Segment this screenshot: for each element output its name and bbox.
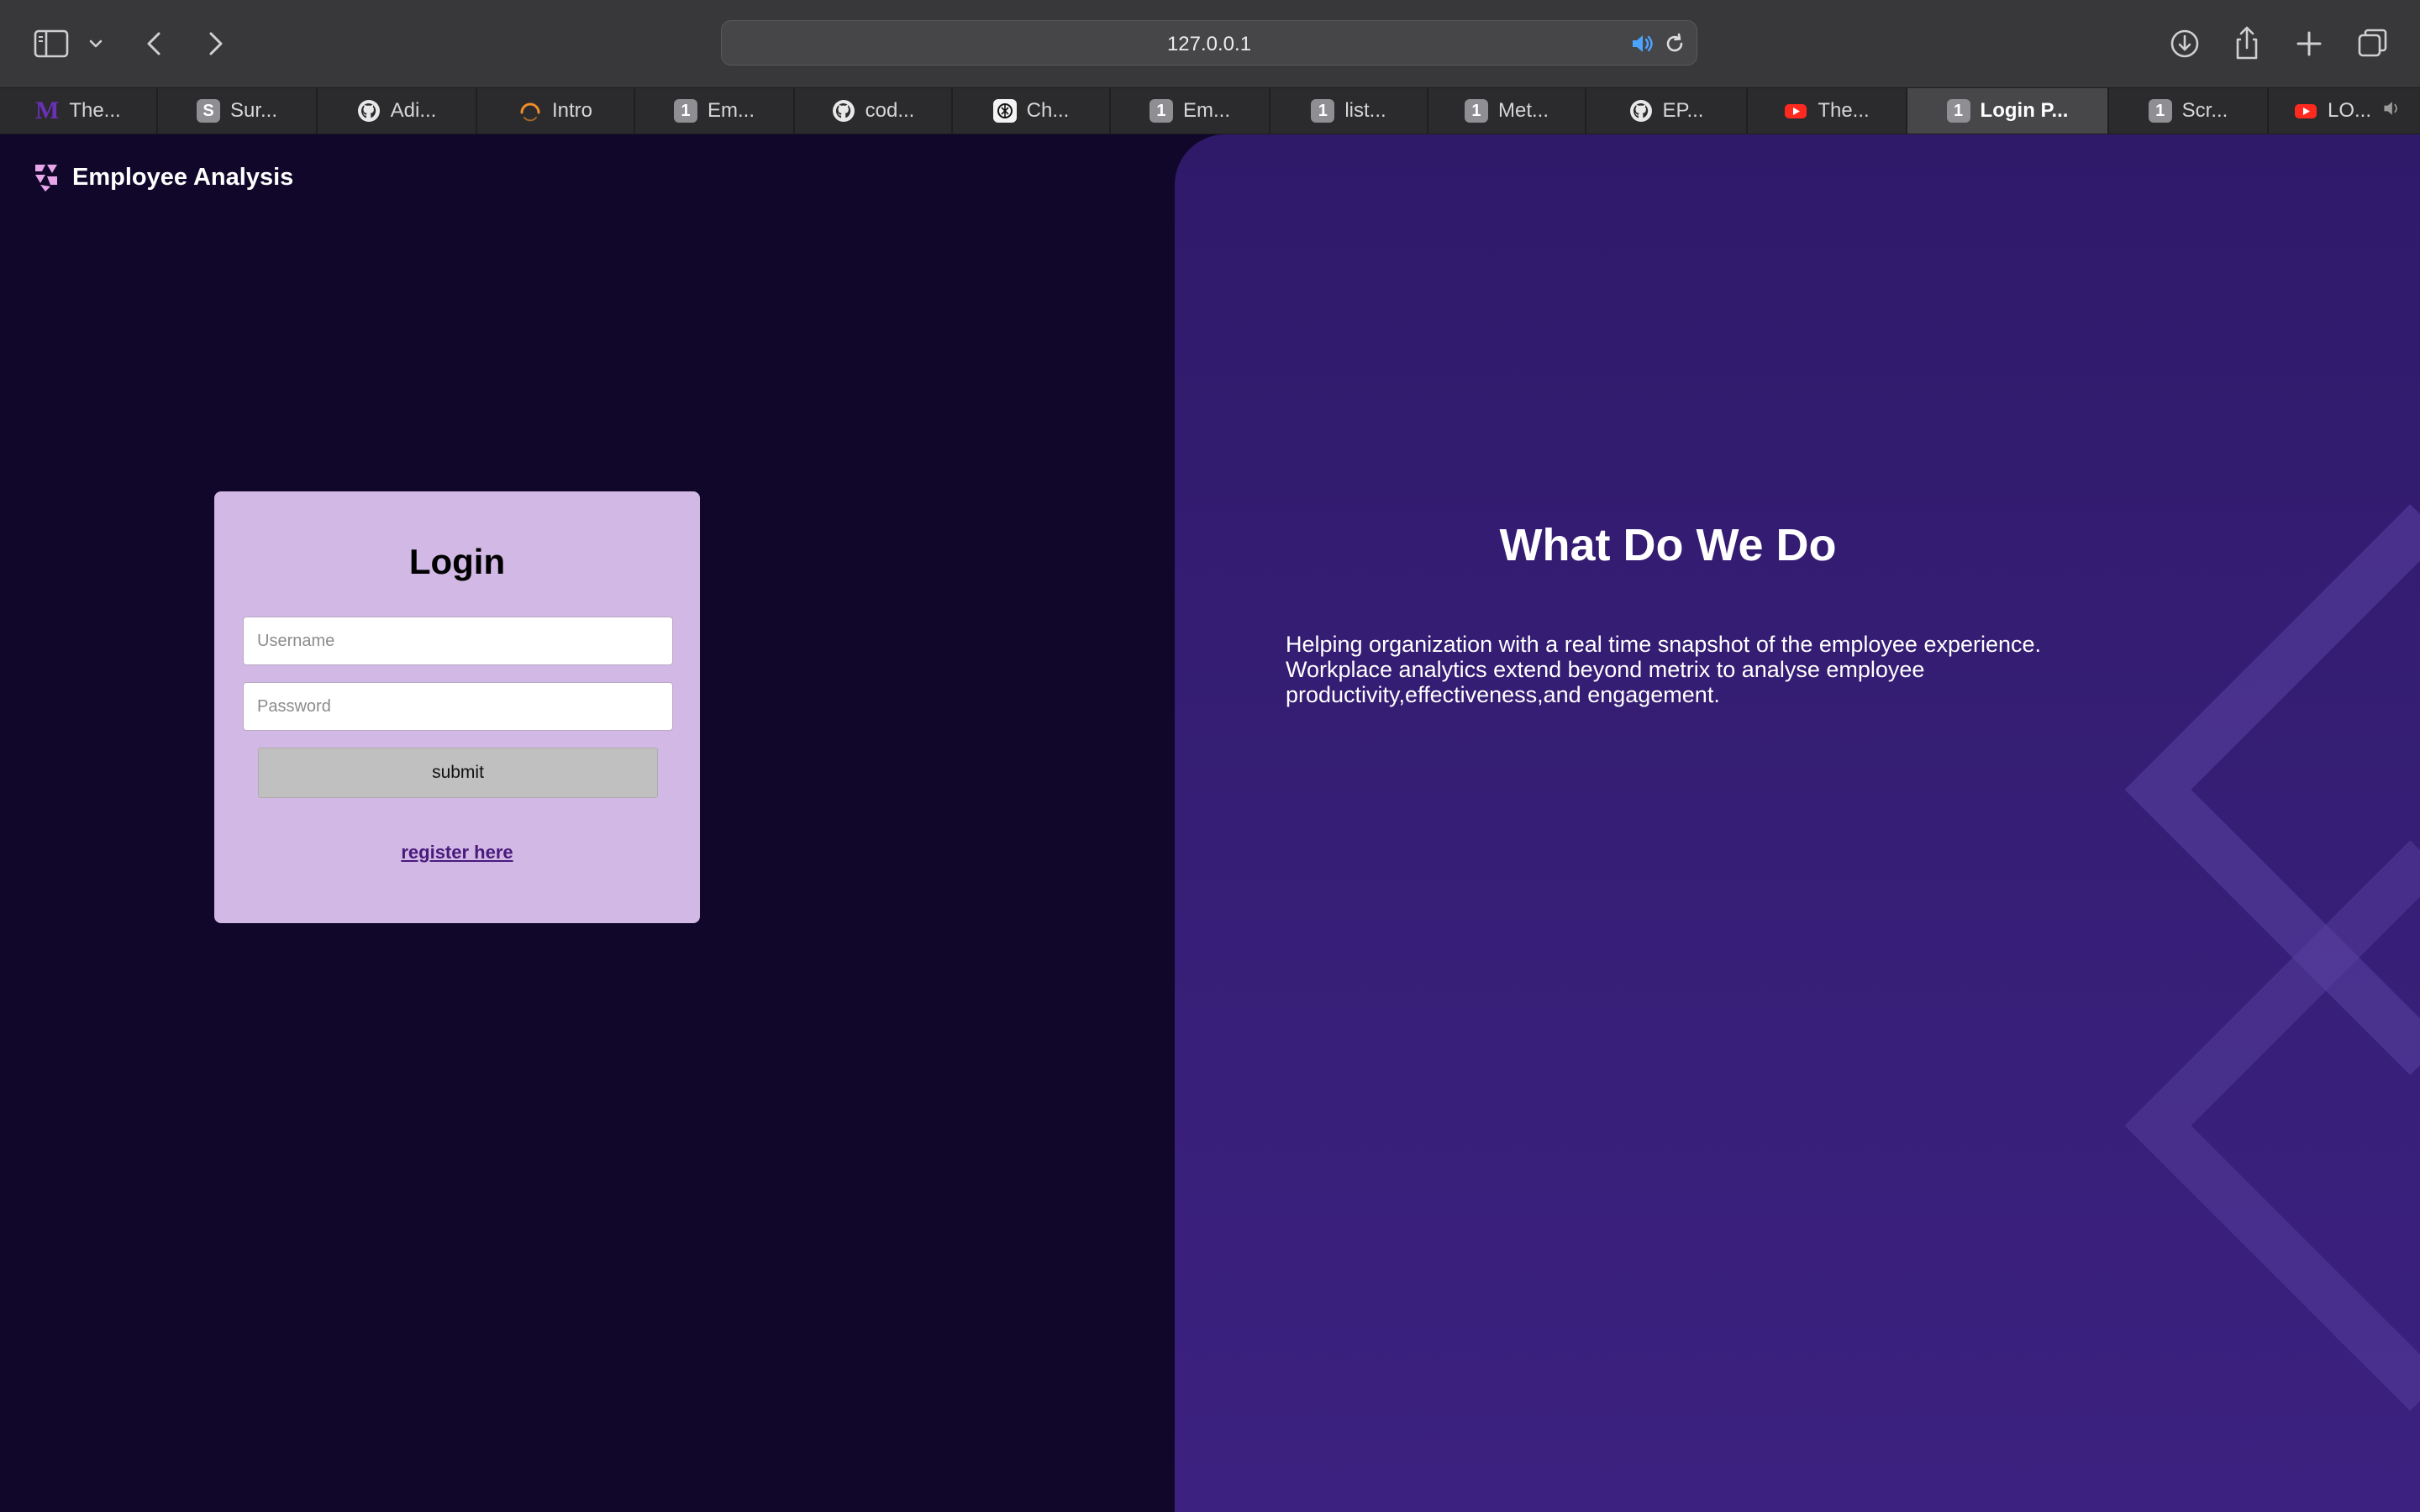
youtube-icon (2294, 99, 2317, 123)
tab-title: list... (1344, 99, 1386, 122)
tab-title: Em... (707, 99, 755, 122)
tab-title: Met... (1497, 99, 1549, 122)
tab-strip: M The... S Sur... Adi... Intro 1 Em... cod... Ch.… (0, 87, 2420, 134)
tab-title: The... (69, 99, 121, 122)
browser-tab[interactable]: 1 Em... (1111, 88, 1270, 134)
password-input[interactable] (243, 682, 673, 731)
number-1-icon: 1 (2148, 99, 2172, 123)
tab-title: Intro (551, 99, 593, 122)
tab-title: Adi... (390, 99, 437, 122)
tab-title: The... (1818, 99, 1870, 122)
downloads-icon[interactable] (2165, 24, 2205, 64)
back-arrow-icon[interactable] (134, 24, 175, 64)
browser-tab[interactable]: Intro (477, 88, 635, 134)
submit-button[interactable]: submit (258, 748, 658, 798)
github-icon (1629, 99, 1653, 123)
browser-tab[interactable]: LO... (2269, 88, 2420, 134)
tab-overview-icon[interactable] (2353, 24, 2393, 64)
address-bar[interactable]: 127.0.0.1 (721, 20, 1697, 66)
login-card: Login submit register here (214, 491, 700, 923)
browser-tab[interactable]: 1 Em... (635, 88, 795, 134)
openai-icon (992, 99, 1017, 123)
browser-tab[interactable]: Ch... (953, 88, 1111, 134)
register-link[interactable]: register here (214, 842, 700, 864)
tab-title: EP... (1662, 99, 1704, 122)
browser-tab[interactable]: M The... (0, 88, 158, 134)
browser-toolbar: 127.0.0.1 (0, 0, 2420, 87)
browser-tab[interactable]: cod... (795, 88, 953, 134)
browser-tab[interactable]: S Sur... (158, 88, 318, 134)
tab-title: cod... (865, 99, 915, 122)
url-text[interactable]: 127.0.0.1 (722, 33, 1697, 56)
new-tab-plus-icon[interactable] (2289, 24, 2329, 64)
loading-arc-icon (518, 99, 542, 123)
tab-title: LO... (2327, 99, 2372, 122)
browser-tab[interactable]: 1 Met... (1428, 88, 1586, 134)
tab-title: Ch... (1026, 99, 1070, 122)
browser-tab[interactable]: EP... (1586, 88, 1748, 134)
tab-title: Sur... (229, 99, 278, 122)
browser-tab[interactable]: The... (1748, 88, 1907, 134)
info-description: Helping organization with a real time sn… (1286, 632, 2042, 707)
reload-icon[interactable] (1661, 30, 1688, 57)
page-content: Employee Analysis Login submit register … (0, 134, 2420, 1512)
brand-title: Employee Analysis (72, 163, 294, 191)
number-1-icon: 1 (673, 99, 697, 123)
number-1-icon: 1 (1464, 99, 1488, 123)
username-input[interactable] (243, 617, 673, 665)
github-icon (832, 99, 855, 123)
tab-active[interactable]: 1 Login P... (1907, 88, 2109, 134)
tab-title: Scr... (2181, 99, 2228, 122)
browser-tab[interactable]: 1 Scr... (2109, 88, 2269, 134)
letter-s-icon: S (196, 99, 220, 123)
brand-logo-icon (35, 165, 57, 192)
github-icon (357, 99, 381, 123)
chevron-down-icon[interactable] (81, 24, 111, 64)
tab-title: Em... (1182, 99, 1230, 122)
login-heading: Login (408, 542, 506, 581)
forward-arrow-icon[interactable] (195, 24, 235, 64)
number-1-icon: 1 (1149, 99, 1173, 123)
browser-tab[interactable]: Adi... (318, 88, 477, 134)
youtube-icon (1784, 99, 1807, 123)
browser-tab[interactable]: 1 list... (1270, 88, 1428, 134)
sidebar-toggle-icon[interactable] (32, 24, 72, 64)
info-title: What Do We Do (1499, 520, 1837, 570)
decorative-chevron-shapes (2124, 504, 2420, 1411)
tab-audio-icon[interactable] (2381, 98, 2402, 124)
number-1-icon: 1 (1311, 99, 1335, 123)
medium-m-icon: M (35, 97, 60, 124)
tab-title: Login P... (1980, 99, 2069, 122)
brand-header[interactable]: Employee Analysis (34, 163, 293, 192)
number-1-icon: 1 (1946, 99, 1970, 123)
info-panel: What Do We Do Helping organization with … (1175, 134, 2420, 1512)
share-icon[interactable] (2227, 24, 2267, 64)
speaker-audio-icon[interactable] (1628, 30, 1655, 57)
